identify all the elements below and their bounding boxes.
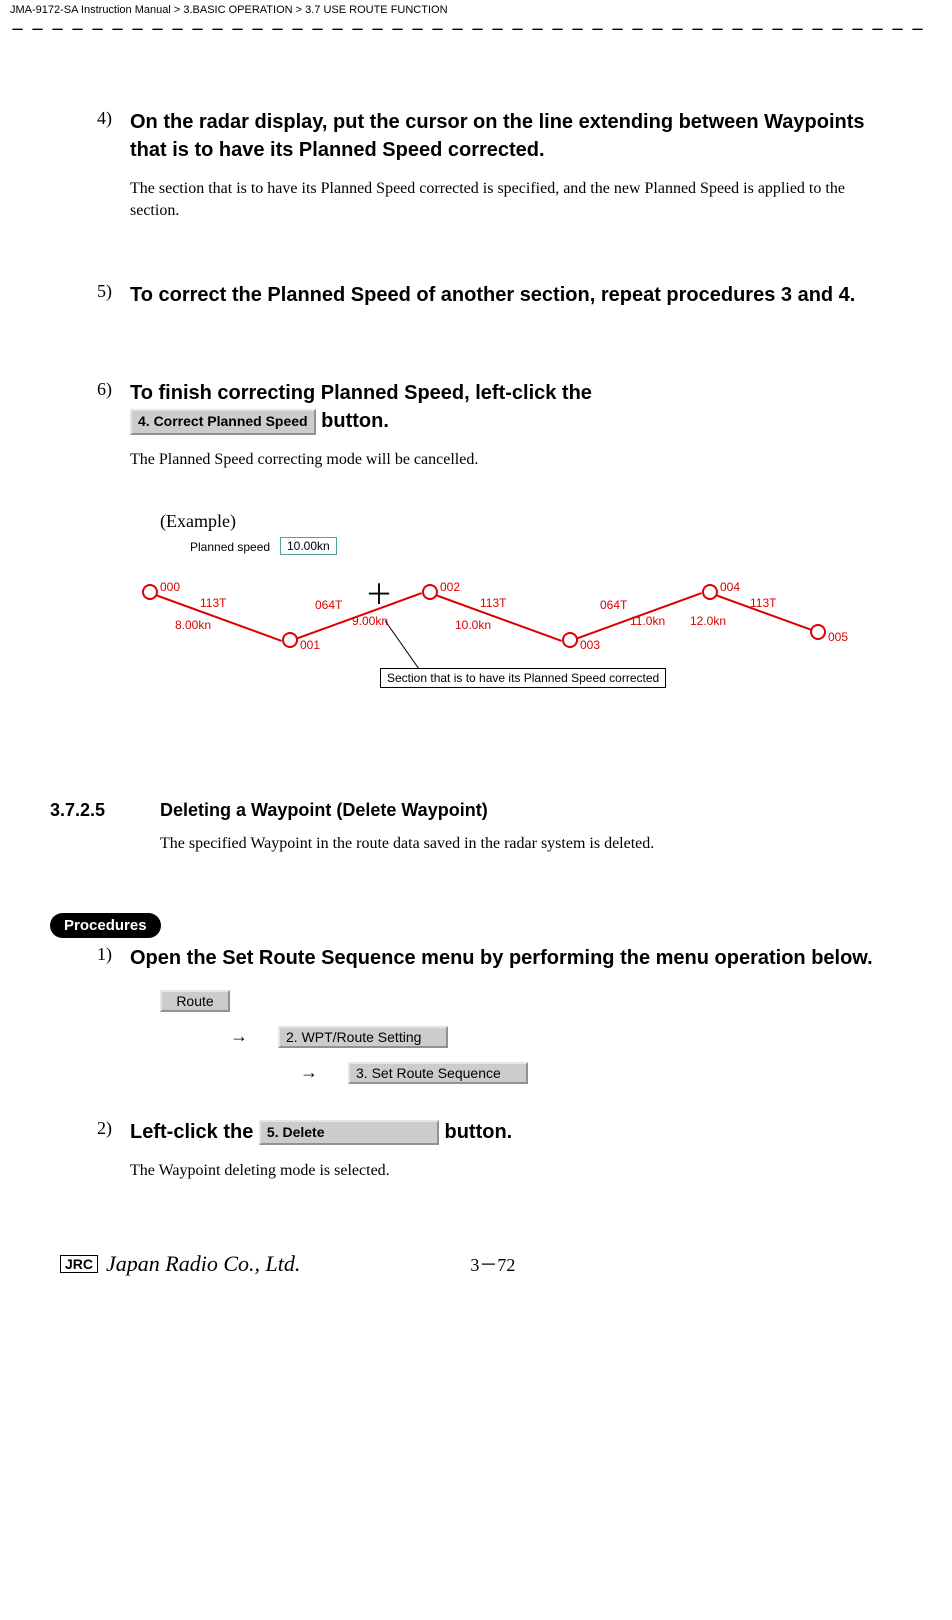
step-description: The Waypoint deleting mode is selected. [130,1160,892,1182]
subsection-number: 3.7.2.5 [50,800,160,821]
arrow-right-icon: → [230,1026,248,1047]
arrow-right-icon: → [300,1062,318,1083]
waypoint-marker [142,584,158,600]
company-name: Japan Radio Co., Ltd. [106,1251,300,1277]
planned-speed-input[interactable]: 10.00kn [280,537,337,555]
heading-label: 064T [315,598,342,612]
waypoint-marker [422,584,438,600]
speed-label: 12.0kn [690,614,726,628]
example-block: (Example) Planned speed 10.00kn 000 001 … [130,511,892,710]
step-number: 4) [50,108,130,221]
correct-planned-speed-button[interactable]: 4. Correct Planned Speed [130,409,316,435]
waypoint-label: 002 [440,580,460,594]
route-button[interactable]: Route [160,990,230,1012]
step-6: 6) To finish correcting Planned Speed, l… [50,379,892,471]
step-number: 5) [50,281,130,309]
subsection-title: Deleting a Waypoint (Delete Waypoint) [160,800,488,821]
jrc-logo: JRC [60,1255,98,1273]
manual-name: JMA-9172-SA Instruction Manual [10,4,171,16]
step-4: 4) On the radar display, put the cursor … [50,108,892,221]
heading-label: 113T [750,596,776,610]
wpt-route-setting-button[interactable]: 2. WPT/Route Setting [278,1026,448,1048]
heading-label: 064T [600,598,627,612]
waypoint-marker [702,584,718,600]
step-5: 5) To correct the Planned Speed of anoth… [50,281,892,309]
dashed-divider: –––––––––– –––––––––– –––––––––– –––––––… [0,18,952,38]
speed-label: 10.0kn [455,618,491,632]
planned-speed-label: Planned speed [190,540,270,554]
waypoint-marker [562,632,578,648]
set-route-sequence-button[interactable]: 3. Set Route Sequence [348,1062,528,1084]
speed-label: 8.00kn [175,618,211,632]
waypoint-marker [810,624,826,640]
delete-button[interactable]: 5. Delete [259,1120,439,1146]
waypoint-marker [282,632,298,648]
waypoint-label: 004 [720,580,740,594]
header-path: JMA-9172-SA Instruction Manual > 3.BASIC… [0,0,952,18]
proc-step-1: 1) Open the Set Route Sequence menu by p… [50,944,892,972]
page-footer: JRC Japan Radio Co., Ltd. 3－72 [0,1251,952,1277]
step-title-pre: Left-click the [130,1121,259,1143]
step-description: The Planned Speed correcting mode will b… [130,449,892,471]
step-title-pre: To finish correcting Planned Speed, left… [130,382,592,404]
waypoint-label: 000 [160,580,180,594]
step-title-post: button. [321,410,389,432]
waypoint-label: 003 [580,638,600,652]
step-number: 2) [50,1118,130,1182]
subsection-3-7-2-5: 3.7.2.5 Deleting a Waypoint (Delete Wayp… [50,800,892,853]
speed-label: 9.00kn [352,614,388,628]
procedures-badge: Procedures [50,913,161,938]
heading-label: 113T [480,596,506,610]
step-title: To correct the Planned Speed of another … [130,281,892,309]
step-title: Open the Set Route Sequence menu by perf… [130,944,892,972]
waypoint-label: 001 [300,638,320,652]
heading-label: 113T [200,596,226,610]
example-label: (Example) [160,511,892,532]
route-diagram: Planned speed 10.00kn 000 001 002 003 00… [130,540,830,710]
chapter-name: 3.BASIC OPERATION [183,4,292,16]
subsection-description: The specified Waypoint in the route data… [160,835,892,853]
waypoint-label: 005 [828,630,848,644]
proc-step-2: 2) Left-click the 5. Delete button. The … [50,1118,892,1182]
speed-label: 11.0kn [630,614,665,628]
step-title: To finish correcting Planned Speed, left… [130,379,892,435]
step-number: 6) [50,379,130,471]
step-number: 1) [50,944,130,972]
page-number: 3－72 [470,1251,515,1277]
section-name: 3.7 USE ROUTE FUNCTION [305,4,447,16]
step-description: The section that is to have its Planned … [130,178,892,221]
step-title: On the radar display, put the cursor on … [130,108,892,164]
step-title-post: button. [444,1121,512,1143]
section-caption: Section that is to have its Planned Spee… [380,668,666,688]
menu-path: Route → 2. WPT/Route Setting → 3. Set Ro… [160,990,892,1084]
step-title: Left-click the 5. Delete button. [130,1118,892,1146]
